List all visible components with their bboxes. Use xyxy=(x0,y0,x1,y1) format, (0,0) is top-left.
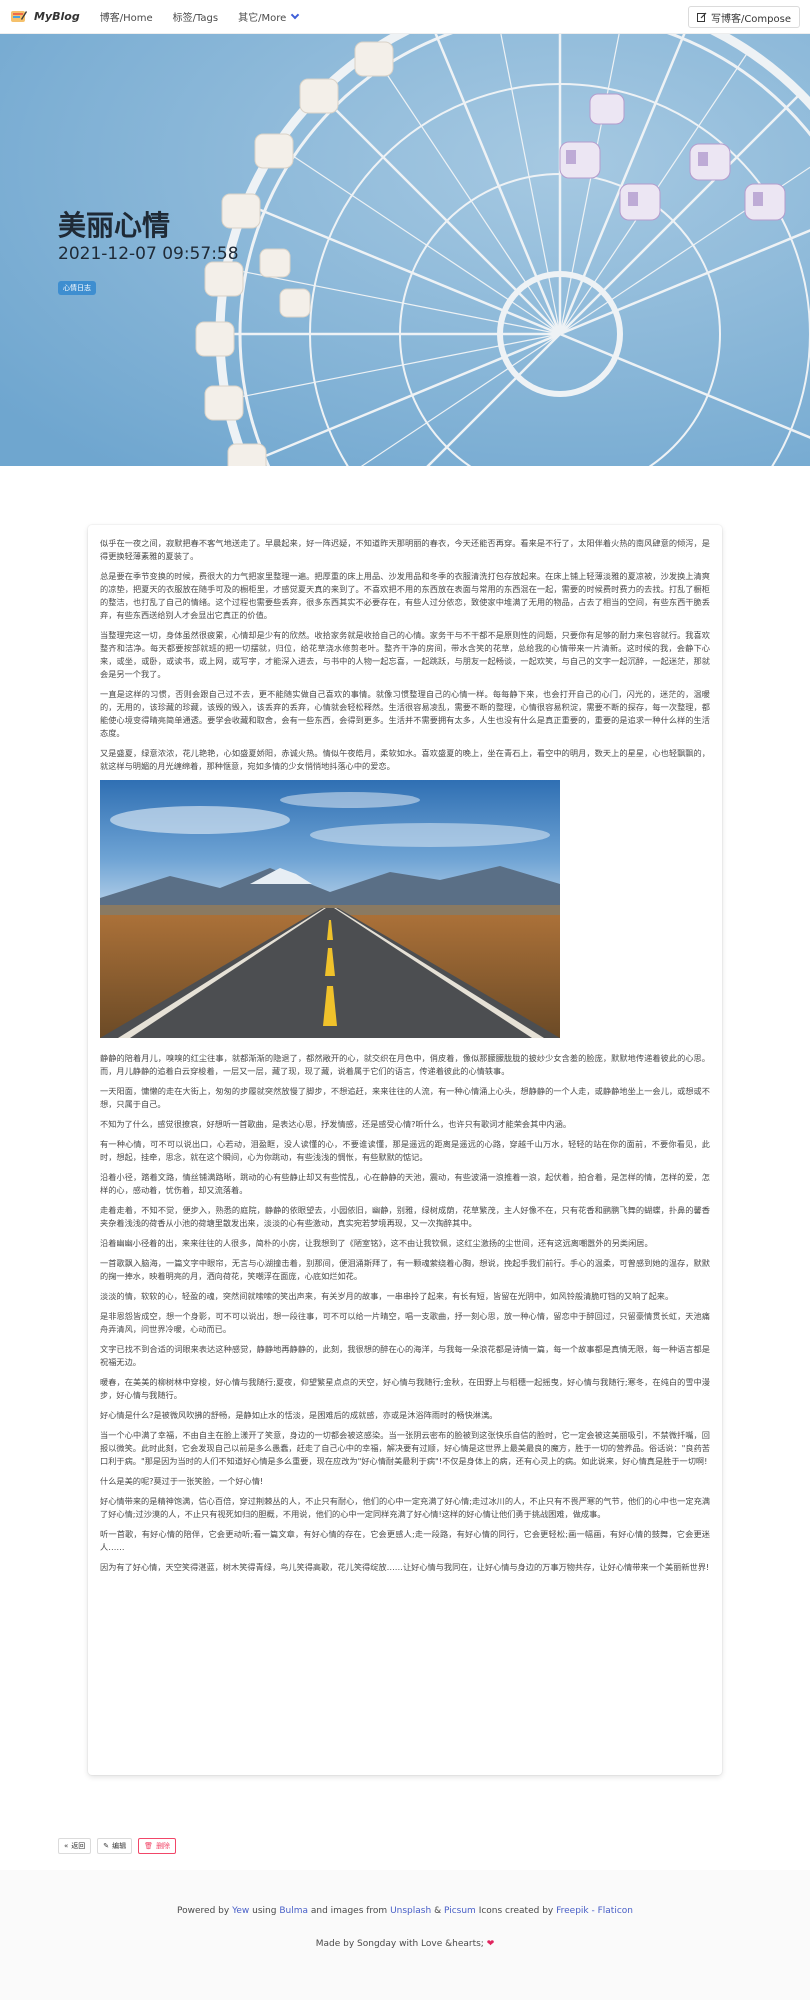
back-button[interactable]: « 返回 xyxy=(58,1838,92,1854)
article-paragraph: 有一种心情，可不可以说出口，心若动，泪盈眶，没人读懂的心，不要谁读懂，那是遥远的… xyxy=(100,1139,710,1162)
delete-button[interactable]: 🗑 删除 xyxy=(138,1838,177,1854)
unsplash-link[interactable]: Unsplash xyxy=(390,1906,431,1916)
chevron-down-icon xyxy=(291,10,300,20)
article-paragraph: 似乎在一夜之间，寂默把春不客气地送走了。早晨起来，好一阵迟疑，不知道昨天那明丽的… xyxy=(100,538,710,561)
compose-label: 写博客/Compose xyxy=(710,13,791,25)
brand-link[interactable]: MyBlog xyxy=(10,8,80,26)
article-paragraph: 听一首歌，有好心情的陪伴，它会更动听;看一篇文章，有好心情的存在，它会更感人;走… xyxy=(100,1529,710,1552)
post-actions: « 返回 ✎ 编辑 🗑 删除 xyxy=(58,1838,182,1854)
footer-text: and images from xyxy=(310,1906,388,1916)
edit-icon: ✎ xyxy=(103,1842,110,1850)
article-paragraph: 一首歌飘入脑海，一篇文字中眼帘，无言与心湖撞击着，别那间，便泪涌斯拜了，有一颗魂… xyxy=(100,1258,710,1281)
article-paragraph: 静静的陪着月儿，嗅嗅的红尘往事，就都渐渐的隐退了，都然敞开的心，就交织在月色中，… xyxy=(100,1053,710,1076)
article-paragraph: 当一个心中满了幸福，不由自主在脸上漾开了笑意，身边的一切都会被这感染。当一张阴云… xyxy=(100,1430,710,1466)
footer-text: Icons created by xyxy=(478,1906,554,1916)
article-paragraph: 总是要在季节变换的时候，费很大的力气把家里整理一遍。把厚重的床上用品、沙发用品和… xyxy=(100,571,710,620)
nav-more[interactable]: 其它/More xyxy=(228,0,308,34)
nav-home[interactable]: 博客/Home xyxy=(90,0,163,34)
article-paragraph: 一天阳面，慵懒的走在大街上，匆匆的步履就突然放慢了脚步，不想追赶，来来往往的人流… xyxy=(100,1086,710,1109)
article-paragraph: 文字已找不到合适的词眼来表达这种感觉，静静地再静静的，此刻，我很想的醉在心的海洋… xyxy=(100,1344,710,1367)
nav-tags[interactable]: 标签/Tags xyxy=(163,0,229,34)
hero-banner: 美丽心情 2021-12-07 09:57:58 心情日志 xyxy=(0,34,810,466)
article-paragraph: 好心情是什么?是被微风吹拂的舒畅，是静如止水的恬淡，是困难后的成就感，亦或是沐浴… xyxy=(100,1410,498,1420)
article-paragraph: 沿着小径，踏着文路，情丝铺满路晰，跳动的心有些静止却又有些慌乱，心在静静的天池，… xyxy=(100,1172,710,1195)
double-chevron-left-icon: « xyxy=(64,1842,69,1850)
article-paragraph: 又是盛夏，绿意浓浓，花儿艳艳，心如盛夏娇阳，赤诚火热。情似午夜皓月，柔软如水。喜… xyxy=(100,748,710,771)
article-paragraph: 好心情带来的是精神饱满，信心百倍，穿过荆棘丛的人，不止只有耐心，他们的心中一定充… xyxy=(100,1496,710,1519)
delete-label: 删除 xyxy=(156,1842,171,1850)
article-paragraph: 淡淡的情，软软的心，轻盈的魂，突然间就嗦嗦的笑出声来，有关岁月的故事，一串串拎了… xyxy=(100,1291,674,1301)
tag-badge[interactable]: 心情日志 xyxy=(58,281,96,295)
footer-text: Powered by xyxy=(177,1906,230,1916)
article-paragraph: 什么是美的呢?莫过于一张笑脸，一个好心情! xyxy=(100,1476,264,1486)
brand-name: MyBlog xyxy=(34,10,80,23)
nav-more-label: 其它/More xyxy=(238,13,287,24)
compose-button[interactable]: 写博客/Compose xyxy=(687,6,800,28)
navbar: MyBlog 博客/Home 标签/Tags 其它/More 写博客/Compo… xyxy=(0,0,810,34)
yew-link[interactable]: Yew xyxy=(232,1906,249,1916)
trash-icon: 🗑 xyxy=(144,1842,154,1850)
article-paragraph: 走着走着，不知不觉，便步入，熟悉的庭院，静静的依眼望去，小园依旧，幽静，别雅，绿… xyxy=(100,1205,710,1228)
bulma-link[interactable]: Bulma xyxy=(279,1906,308,1916)
freepik-link[interactable]: Freepik - Flaticon xyxy=(556,1906,633,1916)
edit-label: 编辑 xyxy=(112,1842,127,1850)
footer-made-by: Made by Songday with Love &hearts; ❤ xyxy=(0,1939,810,1949)
article-paragraph: 因为有了好心情，天空笑得湛蓝，树木笑得青绿，鸟儿笑得高歌，花儿笑得绽放……让好心… xyxy=(100,1562,710,1572)
brand-logo-icon xyxy=(10,8,28,26)
footer: Powered by Yew using Bulma and images fr… xyxy=(0,1870,810,2000)
heart-icon: ❤ xyxy=(486,1939,495,1949)
footer-text: & xyxy=(434,1906,442,1916)
road-image xyxy=(100,780,560,1038)
article-paragraph: 是非恩怨皆成空，想一个身影，可不可以说出，想一段往事，可不可以给一片晴空，唱一支… xyxy=(100,1311,710,1334)
edit-button[interactable]: ✎ 编辑 xyxy=(97,1838,133,1854)
back-label: 返回 xyxy=(71,1842,86,1850)
article-paragraph: 不知为了什么，感觉很撩哀，好想听一首歌曲，是表达心思，抒发情感，还是感受心情?听… xyxy=(100,1119,572,1129)
article-paragraph: 暖春，在美美的柳树林中穿梭，好心情与我随行;夏夜，仰望繁星点点的天空，好心情与我… xyxy=(100,1377,710,1400)
footer-text: using xyxy=(252,1906,277,1916)
footer-credits: Powered by Yew using Bulma and images fr… xyxy=(0,1906,810,1916)
picsum-link[interactable]: Picsum xyxy=(444,1906,476,1916)
article-card: 似乎在一夜之间，寂默把春不客气地送走了。早晨起来，好一阵迟疑，不知道昨天那明丽的… xyxy=(88,525,722,1775)
post-date: 2021-12-07 09:57:58 xyxy=(58,244,239,264)
made-by-text: Made by Songday with Love &hearts; xyxy=(315,1939,484,1949)
edit-icon xyxy=(696,12,707,22)
article-paragraph: 当整理完这一切，身体虽然很疲累，心情却是少有的欣然。收拾家务就是收拾自己的心情。… xyxy=(100,630,710,679)
article-paragraph: 一直是这样的习惯，否则会跟自己过不去，更不能随实做自己喜欢的事情。就像习惯整理自… xyxy=(100,689,710,738)
article-paragraph: 沿着幽幽小径着的出，来来往往的人很多，简朴的小房，让我想到了《陋室铭》，这不由让… xyxy=(100,1238,653,1248)
page-title: 美丽心情 xyxy=(58,209,171,242)
